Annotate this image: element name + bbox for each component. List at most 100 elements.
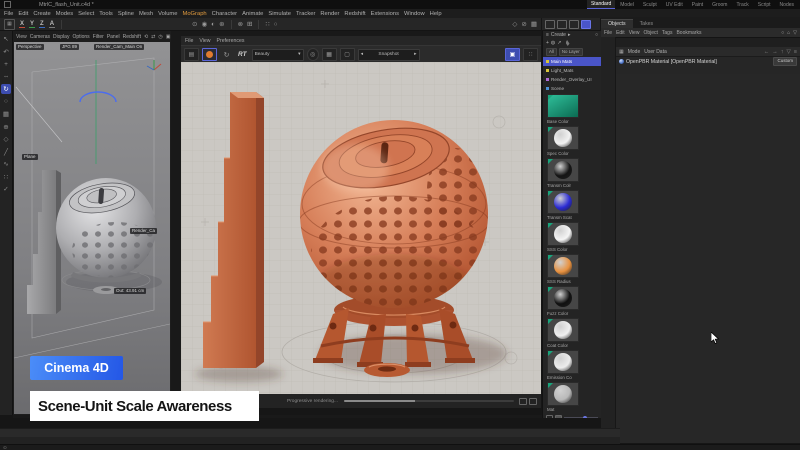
axis-y-lock[interactable]: Y — [29, 21, 35, 28]
dots-grid-icon[interactable]: ∷ — [523, 48, 538, 61]
filter-icon[interactable]: ▽ — [787, 49, 791, 55]
search-icon[interactable]: ○ — [595, 32, 598, 38]
menu-spline[interactable]: Spline — [118, 11, 134, 17]
viewport-menu-icon-3[interactable]: ▣ — [166, 34, 171, 40]
viewport-menu-icon-1[interactable]: ⇄ — [151, 34, 155, 40]
layout-tab-track[interactable]: Track — [732, 1, 752, 9]
material-layer-scene[interactable]: Scene — [543, 84, 601, 93]
tool-spline-icon[interactable]: ∿ — [1, 159, 11, 169]
material-swatch-sss-color[interactable]: SSS Color — [543, 221, 601, 253]
material-swatch-fuzz-color[interactable]: Fuzz Color — [543, 285, 601, 317]
layout-tab-model[interactable]: Model — [616, 1, 638, 9]
tool-undo-icon[interactable]: ↶ — [1, 47, 11, 57]
object-menu-edit[interactable]: Edit — [616, 30, 625, 36]
simulate-icon[interactable]: ⊞ — [247, 20, 252, 28]
custom-button[interactable]: Custom — [773, 57, 797, 66]
material-swatch-mat[interactable]: Mat — [543, 381, 601, 413]
material-filter-no-layer[interactable]: No Layer — [559, 48, 583, 56]
restart-render-icon[interactable]: ↻ — [220, 49, 233, 60]
workplane-icon[interactable]: ⊘ — [521, 20, 526, 28]
renderview-menu-file[interactable]: File — [185, 38, 193, 44]
menu-select[interactable]: Select — [78, 11, 94, 17]
render-canvas[interactable] — [181, 62, 541, 394]
menu-mesh[interactable]: Mesh — [139, 11, 153, 17]
menu-character[interactable]: Character — [212, 11, 237, 17]
render-settings-button[interactable]: ◉ — [202, 20, 208, 28]
timeline-window-icon[interactable] — [581, 20, 591, 29]
menu-help[interactable]: Help — [430, 11, 442, 17]
material-swatch-spec-color[interactable]: Spec Color — [543, 125, 601, 157]
rt-toggle[interactable]: RT — [238, 51, 247, 58]
search-icon[interactable]: ○ — [781, 30, 784, 36]
object-menu-view[interactable]: View — [629, 30, 640, 36]
object-menu-file[interactable]: File — [604, 30, 612, 36]
menu-mograph[interactable]: MoGraph — [182, 11, 206, 17]
material-swatch-sss-radius[interactable]: SSS Radius — [543, 253, 601, 285]
hud-active-camera[interactable]: Render_Cam_Main On — [94, 44, 144, 50]
material-layer-main-mats[interactable]: Main Mats — [543, 57, 601, 66]
viewport-menu-display[interactable]: Display — [53, 34, 69, 40]
bucket-icon[interactable]: ◎ — [307, 48, 319, 61]
save-image-icon[interactable]: ▤ — [184, 48, 199, 61]
viewport-menu-redshift[interactable]: Redshift — [123, 34, 141, 40]
footer-icon-2[interactable] — [529, 398, 537, 405]
grid-icon[interactable]: ▦ — [619, 49, 624, 55]
tool-rotate-icon[interactable]: ↻ — [1, 84, 11, 94]
object-menu-tags[interactable]: Tags — [662, 30, 673, 36]
menu-redshift[interactable]: Redshift — [344, 11, 365, 17]
menu-simulate[interactable]: Simulate — [268, 11, 291, 17]
object-menu-object[interactable]: Object — [643, 30, 657, 36]
render-view-button[interactable]: ⊙ — [192, 20, 197, 28]
tool-enable-icon[interactable]: ✓ — [1, 184, 11, 194]
team-render-button[interactable]: ⊛ — [219, 20, 224, 28]
up-icon[interactable]: ↑ — [781, 49, 784, 55]
panel-divider[interactable] — [171, 31, 181, 415]
menu-tools[interactable]: Tools — [99, 11, 113, 17]
layout-monitor-icon-1[interactable] — [545, 20, 555, 29]
menu-extensions[interactable]: Extensions — [371, 11, 399, 17]
field-icon[interactable]: ○ — [274, 21, 278, 28]
user-data-menu[interactable]: User Data — [644, 49, 667, 55]
viewport-menu-filter[interactable]: Filter — [93, 34, 104, 40]
material-layer-render-overlay-ui[interactable]: Render_Overlay_UI — [543, 75, 601, 84]
layout-monitor-icon-2[interactable] — [557, 20, 567, 29]
viewport-menu-panel[interactable]: Panel — [107, 34, 120, 40]
tool-modeling-icon[interactable]: ▦ — [1, 109, 11, 119]
hud-projection[interactable]: Perspective — [16, 44, 44, 50]
menu-icon[interactable]: ≡ — [794, 49, 797, 55]
start-ipr-button[interactable] — [202, 48, 217, 61]
back-icon[interactable]: ← — [764, 49, 770, 55]
aov-dropdown[interactable]: Beauty▾ — [252, 49, 304, 61]
menu-animate[interactable]: Animate — [242, 11, 263, 17]
axis-z-lock[interactable]: Z — [39, 21, 45, 28]
hamburger-icon[interactable]: ≡ — [546, 32, 549, 38]
viewport-menu-view[interactable]: View — [16, 34, 27, 40]
eyedropper-icon[interactable] — [566, 40, 570, 46]
material-swatch-coat-color[interactable]: Coat Color — [543, 317, 601, 349]
menu-file[interactable]: File — [4, 11, 13, 17]
snap-icon[interactable]: ◇ — [512, 20, 517, 28]
ipr-button[interactable]: ◐ — [211, 21, 215, 28]
viewport-menu-icon-2[interactable]: ◷ — [158, 34, 162, 40]
layout-tab-script[interactable]: Script — [754, 1, 775, 9]
forward-icon[interactable]: → — [772, 49, 778, 55]
layout-tab-nodes[interactable]: Nodes — [776, 1, 798, 9]
axis-system-button[interactable]: A — [49, 21, 55, 28]
renderview-menu-preferences[interactable]: Preferences — [217, 38, 245, 44]
menu-create[interactable]: Create — [33, 11, 50, 17]
tool-scale-icon[interactable]: ⇔ — [1, 72, 11, 82]
viewport-menu-cameras[interactable]: Cameras — [30, 34, 50, 40]
menu-render[interactable]: Render — [320, 11, 339, 17]
layout-monitor-icon-3[interactable] — [569, 20, 579, 29]
panel-tab-objects[interactable]: Objects — [601, 19, 633, 28]
load-material-icon[interactable]: ◍ — [551, 40, 555, 46]
crop-icon[interactable]: ▢ — [340, 48, 355, 61]
material-swatch-transm-colr[interactable]: Transm Colr — [543, 157, 601, 189]
tool-axis-icon[interactable]: ◇ — [1, 134, 11, 144]
layout-tab-paint[interactable]: Paint — [688, 1, 707, 9]
layout-tab-groom[interactable]: Groom — [708, 1, 731, 9]
create-menu[interactable]: Create — [551, 32, 566, 38]
share-icon[interactable]: ↗ — [557, 40, 561, 46]
character-icon[interactable]: ⊗ — [238, 20, 243, 28]
tool-pen-icon[interactable]: ╱ — [1, 147, 11, 157]
